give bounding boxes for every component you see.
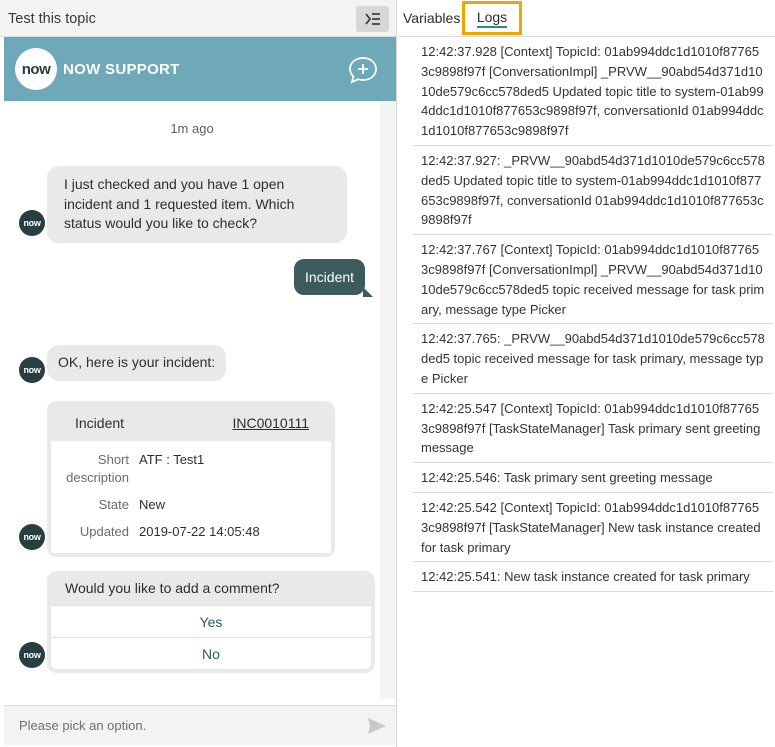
field-value: New — [139, 497, 166, 512]
tab-logs[interactable]: Logs — [462, 1, 522, 35]
brand-name: NOW SUPPORT — [63, 61, 180, 78]
chat-plus-icon[interactable] — [347, 55, 379, 85]
incident-card-title: Incident — [75, 415, 125, 431]
tab-logs-label: Logs — [476, 9, 508, 28]
incident-card-header: Incident INC0010111 — [51, 405, 331, 441]
option-no-button[interactable]: No — [51, 637, 371, 669]
incident-number-link[interactable]: INC0010111 — [232, 415, 309, 431]
sidebar-toggle-icon — [364, 13, 380, 25]
message-timestamp: 1m ago — [170, 121, 214, 136]
log-entry: 12:42:25.546: Task primary sent greeting… — [413, 463, 773, 493]
user-message: Incident — [294, 259, 366, 295]
send-arrow-icon[interactable] — [367, 717, 387, 735]
logs-list[interactable]: 12:42:37.928 [Context] TopicId: 01ab994d… — [413, 37, 773, 593]
bot-avatar: now — [19, 642, 45, 668]
bot-avatar: now — [19, 524, 45, 550]
chat-transcript[interactable]: 1m ago now I just checked and you have 1… — [4, 101, 380, 699]
toggle-panel-button[interactable] — [356, 6, 389, 32]
log-entry: 12:42:37.765: _PRVW__90abd54d371d1010de5… — [413, 324, 773, 394]
chat-scrollbar[interactable] — [380, 101, 396, 699]
brand-logo: now — [15, 48, 57, 90]
log-entry: 12:42:37.767 [Context] TopicId: 01ab994d… — [413, 235, 773, 325]
bot-avatar: now — [19, 210, 45, 236]
log-entry: 12:42:37.927: _PRVW__90abd54d371d1010de5… — [413, 146, 773, 236]
log-entry: 12:42:37.928 [Context] TopicId: 01ab994d… — [413, 37, 773, 146]
debug-panel: Variables Logs 12:42:37.928 [Context] To… — [398, 0, 775, 747]
debug-tabs: Variables Logs — [398, 0, 775, 37]
incident-field-row: Short description ATF : Test1 — [51, 451, 331, 487]
field-label: State — [98, 497, 129, 512]
incident-field-row: State New — [51, 496, 331, 514]
bot-avatar: now — [19, 357, 45, 383]
message-input-bar[interactable]: Please pick an option. — [4, 705, 396, 745]
options-question: Would you like to add a comment? — [65, 580, 280, 596]
log-entry: 12:42:25.547 [Context] TopicId: 01ab994d… — [413, 394, 773, 464]
field-label: Updated — [79, 524, 129, 539]
log-entry: 12:42:25.542 [Context] TopicId: 01ab994d… — [413, 493, 773, 563]
options-prompt-card: Would you like to add a comment? Yes No — [47, 571, 375, 673]
incident-card: Incident INC0010111 Short description AT… — [47, 401, 335, 557]
log-entry: 12:42:25.541: New task instance created … — [413, 562, 773, 593]
option-yes-button[interactable]: Yes — [51, 605, 371, 637]
incident-card-body: Short description ATF : Test1 State New … — [51, 441, 331, 553]
brand-header: now NOW SUPPORT — [4, 37, 396, 101]
left-panel-header: Test this topic — [0, 0, 396, 37]
field-value: ATF : Test1 — [139, 452, 205, 467]
bot-message: OK, here is your incident: — [47, 345, 227, 381]
field-label: Short description — [66, 452, 129, 485]
message-input-placeholder: Please pick an option. — [19, 718, 147, 733]
bot-message: I just checked and you have 1 open incid… — [47, 166, 347, 243]
user-message-tail — [363, 287, 373, 297]
chat-preview-panel: Test this topic now NOW SUPPORT 1m ago n… — [0, 0, 397, 747]
panel-title: Test this topic — [8, 11, 96, 27]
incident-field-row: Updated 2019-07-22 14:05:48 — [51, 523, 331, 541]
tab-variables[interactable]: Variables — [403, 10, 460, 26]
field-value: 2019-07-22 14:05:48 — [139, 524, 260, 539]
